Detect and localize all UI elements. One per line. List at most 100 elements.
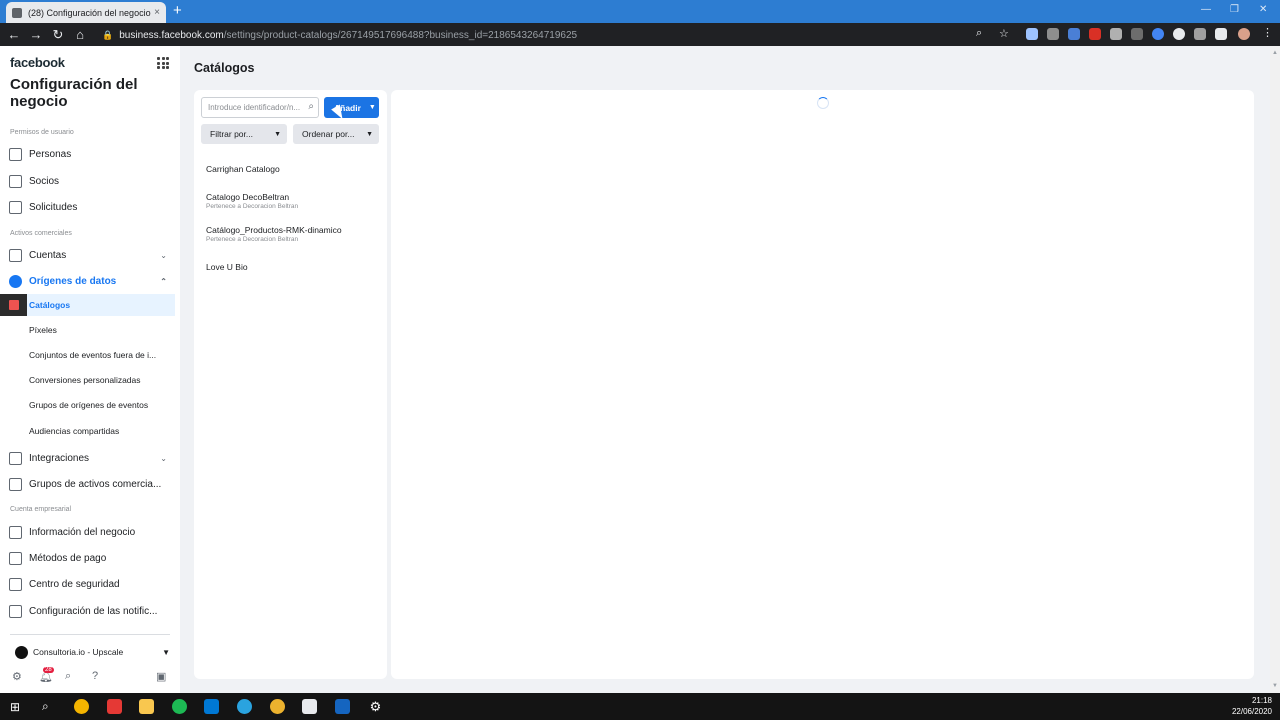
extension-icon[interactable] <box>1110 28 1122 40</box>
apps-grid-icon[interactable] <box>157 57 169 69</box>
spotify-icon[interactable] <box>172 699 187 714</box>
sidebar-item-label: Configuración de las notific... <box>29 605 158 617</box>
sidebar-subitem-event-source-groups[interactable]: Grupos de orígenes de eventos <box>0 394 175 416</box>
extension-icon[interactable] <box>1026 28 1038 40</box>
filter-dropdown[interactable]: Filtrar por... ▼ <box>201 124 287 144</box>
facebook-logo[interactable]: facebook <box>10 55 65 70</box>
os-taskbar: ⊞ ⌕ ⚙ 21:18 22/06/2020 <box>0 693 1280 720</box>
home-icon[interactable]: ⌂ <box>69 27 91 42</box>
forward-icon[interactable]: → <box>25 27 47 42</box>
restore-icon[interactable]: ❐ <box>1230 4 1239 15</box>
gear-icon[interactable]: ⚙ <box>12 670 22 683</box>
sidebar-item-requests[interactable]: Solicitudes <box>0 195 175 219</box>
sort-dropdown[interactable]: Ordenar por... ▼ <box>293 124 379 144</box>
acrobat-icon[interactable] <box>107 699 122 714</box>
windows-start-icon[interactable]: ⊞ <box>10 700 20 714</box>
sidebar-item-asset-groups[interactable]: Grupos de activos comercia... <box>0 472 175 496</box>
folder-icon <box>9 477 22 491</box>
account-name: Consultoria.io - Upscale <box>33 647 124 657</box>
profile-avatar[interactable] <box>1238 28 1250 40</box>
search-input[interactable]: Introduce identificador/n... ⌕ <box>201 97 319 118</box>
browser-tab-bar: (28) Configuración del negocio × + — ❐ ✕ <box>0 0 1280 23</box>
requests-icon <box>9 200 22 214</box>
slack-icon[interactable] <box>270 699 285 714</box>
sidebar-subitem-offline-events[interactable]: Conjuntos de eventos fuera de i... <box>0 344 175 366</box>
new-tab-button[interactable]: + <box>173 3 182 19</box>
panel-toggle-icon[interactable]: ▣ <box>156 670 166 683</box>
catalog-detail-panel <box>391 90 1254 679</box>
search-icon[interactable]: ⌕ <box>65 670 71 683</box>
minimize-icon[interactable]: — <box>1201 4 1211 15</box>
browser-toolbar: ← → ↻ ⌂ 🔒 business.facebook.com /setting… <box>0 23 1280 46</box>
list-item[interactable]: Love U Bio <box>206 262 376 272</box>
sidebar-subitem-custom-conversions[interactable]: Conversiones personalizadas <box>0 369 175 391</box>
extension-icon[interactable] <box>1131 28 1143 40</box>
back-icon[interactable]: ← <box>3 27 25 42</box>
sidebar-subitem-pixels[interactable]: Píxeles <box>0 319 175 341</box>
accounts-icon <box>9 248 22 262</box>
sidebar-item-business-info[interactable]: Información del negocio <box>0 520 175 544</box>
translate-extension-icon[interactable] <box>1068 28 1080 40</box>
lock-icon: 🔒 <box>102 29 114 40</box>
tab-title: (28) Configuración del negocio <box>28 7 151 18</box>
list-item[interactable]: Carrighan Catalogo <box>206 164 376 174</box>
sidebar-item-people[interactable]: Personas <box>0 142 175 166</box>
reload-icon[interactable]: ↻ <box>47 27 69 43</box>
close-window-icon[interactable]: ✕ <box>1259 4 1267 15</box>
catalog-name: Catálogo_Productos-RMK-dinamico <box>206 225 342 235</box>
system-clock[interactable]: 21:18 22/06/2020 <box>1232 695 1272 717</box>
url-host: business.facebook.com <box>119 29 224 41</box>
sidebar-item-notifications[interactable]: Configuración de las notific... <box>0 599 175 623</box>
section-label-assets: Activos comerciales <box>10 230 72 237</box>
outlook-icon[interactable] <box>204 699 219 714</box>
chrome-icon[interactable] <box>74 699 89 714</box>
sidebar-item-label: Métodos de pago <box>29 552 107 564</box>
sidebar-item-label: Personas <box>29 148 72 160</box>
zoom-icon[interactable]: ⌕ <box>976 27 982 40</box>
sidebar-item-partners[interactable]: Socios <box>0 169 175 193</box>
avatar <box>15 645 28 659</box>
extension-icon[interactable] <box>1089 28 1101 40</box>
bookmark-star-icon[interactable]: ☆ <box>999 27 1009 40</box>
close-tab-icon[interactable]: × <box>154 7 160 18</box>
list-item[interactable]: Catalogo DecoBeltran Pertenece a Decorac… <box>206 192 376 210</box>
sidebar-item-accounts[interactable]: Cuentas ⌄ <box>0 243 175 267</box>
search-icon[interactable]: ⌕ <box>42 699 49 714</box>
file-explorer-icon[interactable] <box>139 699 154 714</box>
list-item[interactable]: Catálogo_Productos-RMK-dinamico Pertenec… <box>206 225 376 243</box>
settings-gear-icon[interactable]: ⚙ <box>368 699 383 714</box>
sidebar: facebook Configuración del negocio Permi… <box>0 46 180 693</box>
sidebar-title: Configuración del negocio <box>10 76 138 110</box>
extension-icon[interactable] <box>1173 28 1185 40</box>
account-selector[interactable]: Consultoria.io - Upscale ▼ <box>15 644 170 660</box>
extensions-puzzle-icon[interactable] <box>1215 28 1227 40</box>
sidebar-item-label: Grupos de activos comercia... <box>29 478 162 490</box>
extension-icon[interactable] <box>1152 28 1164 40</box>
extension-icon[interactable] <box>1047 28 1059 40</box>
photos-icon[interactable] <box>302 699 317 714</box>
browser-menu-icon[interactable]: ⋮ <box>1262 26 1274 39</box>
clock-time: 21:18 <box>1251 696 1272 705</box>
sidebar-subitem-shared-audiences[interactable]: Audiencias compartidas <box>0 420 175 442</box>
help-icon[interactable]: ? <box>92 670 98 682</box>
catalog-owner: Pertenece a Decoracion Beltran <box>206 236 299 243</box>
telegram-icon[interactable] <box>237 699 252 714</box>
scroll-down-icon[interactable]: ▼ <box>1272 683 1278 689</box>
search-icon: ⌕ <box>308 101 314 112</box>
loading-spinner-icon <box>817 97 829 109</box>
sidebar-item-data-sources[interactable]: Orígenes de datos ⌃ <box>0 269 175 293</box>
sidebar-item-security-center[interactable]: Centro de seguridad <box>0 572 175 596</box>
media-player-icon[interactable] <box>335 699 350 714</box>
extension-icon[interactable] <box>1194 28 1206 40</box>
sidebar-item-payment-methods[interactable]: Métodos de pago <box>0 546 175 570</box>
section-label-users: Permisos de usuario <box>10 129 74 136</box>
sidebar-item-integrations[interactable]: Integraciones ⌄ <box>0 446 175 470</box>
caret-down-icon: ▼ <box>274 130 281 138</box>
chevron-down-icon: ⌄ <box>160 453 167 463</box>
sidebar-item-label: Orígenes de datos <box>29 275 117 287</box>
page-scrollbar[interactable] <box>1270 46 1280 693</box>
scroll-up-icon[interactable]: ▲ <box>1272 50 1278 56</box>
sidebar-item-label: Centro de seguridad <box>29 578 120 590</box>
browser-tab[interactable]: (28) Configuración del negocio × <box>6 2 166 23</box>
address-bar[interactable]: 🔒 business.facebook.com /settings/produc… <box>96 26 1020 44</box>
